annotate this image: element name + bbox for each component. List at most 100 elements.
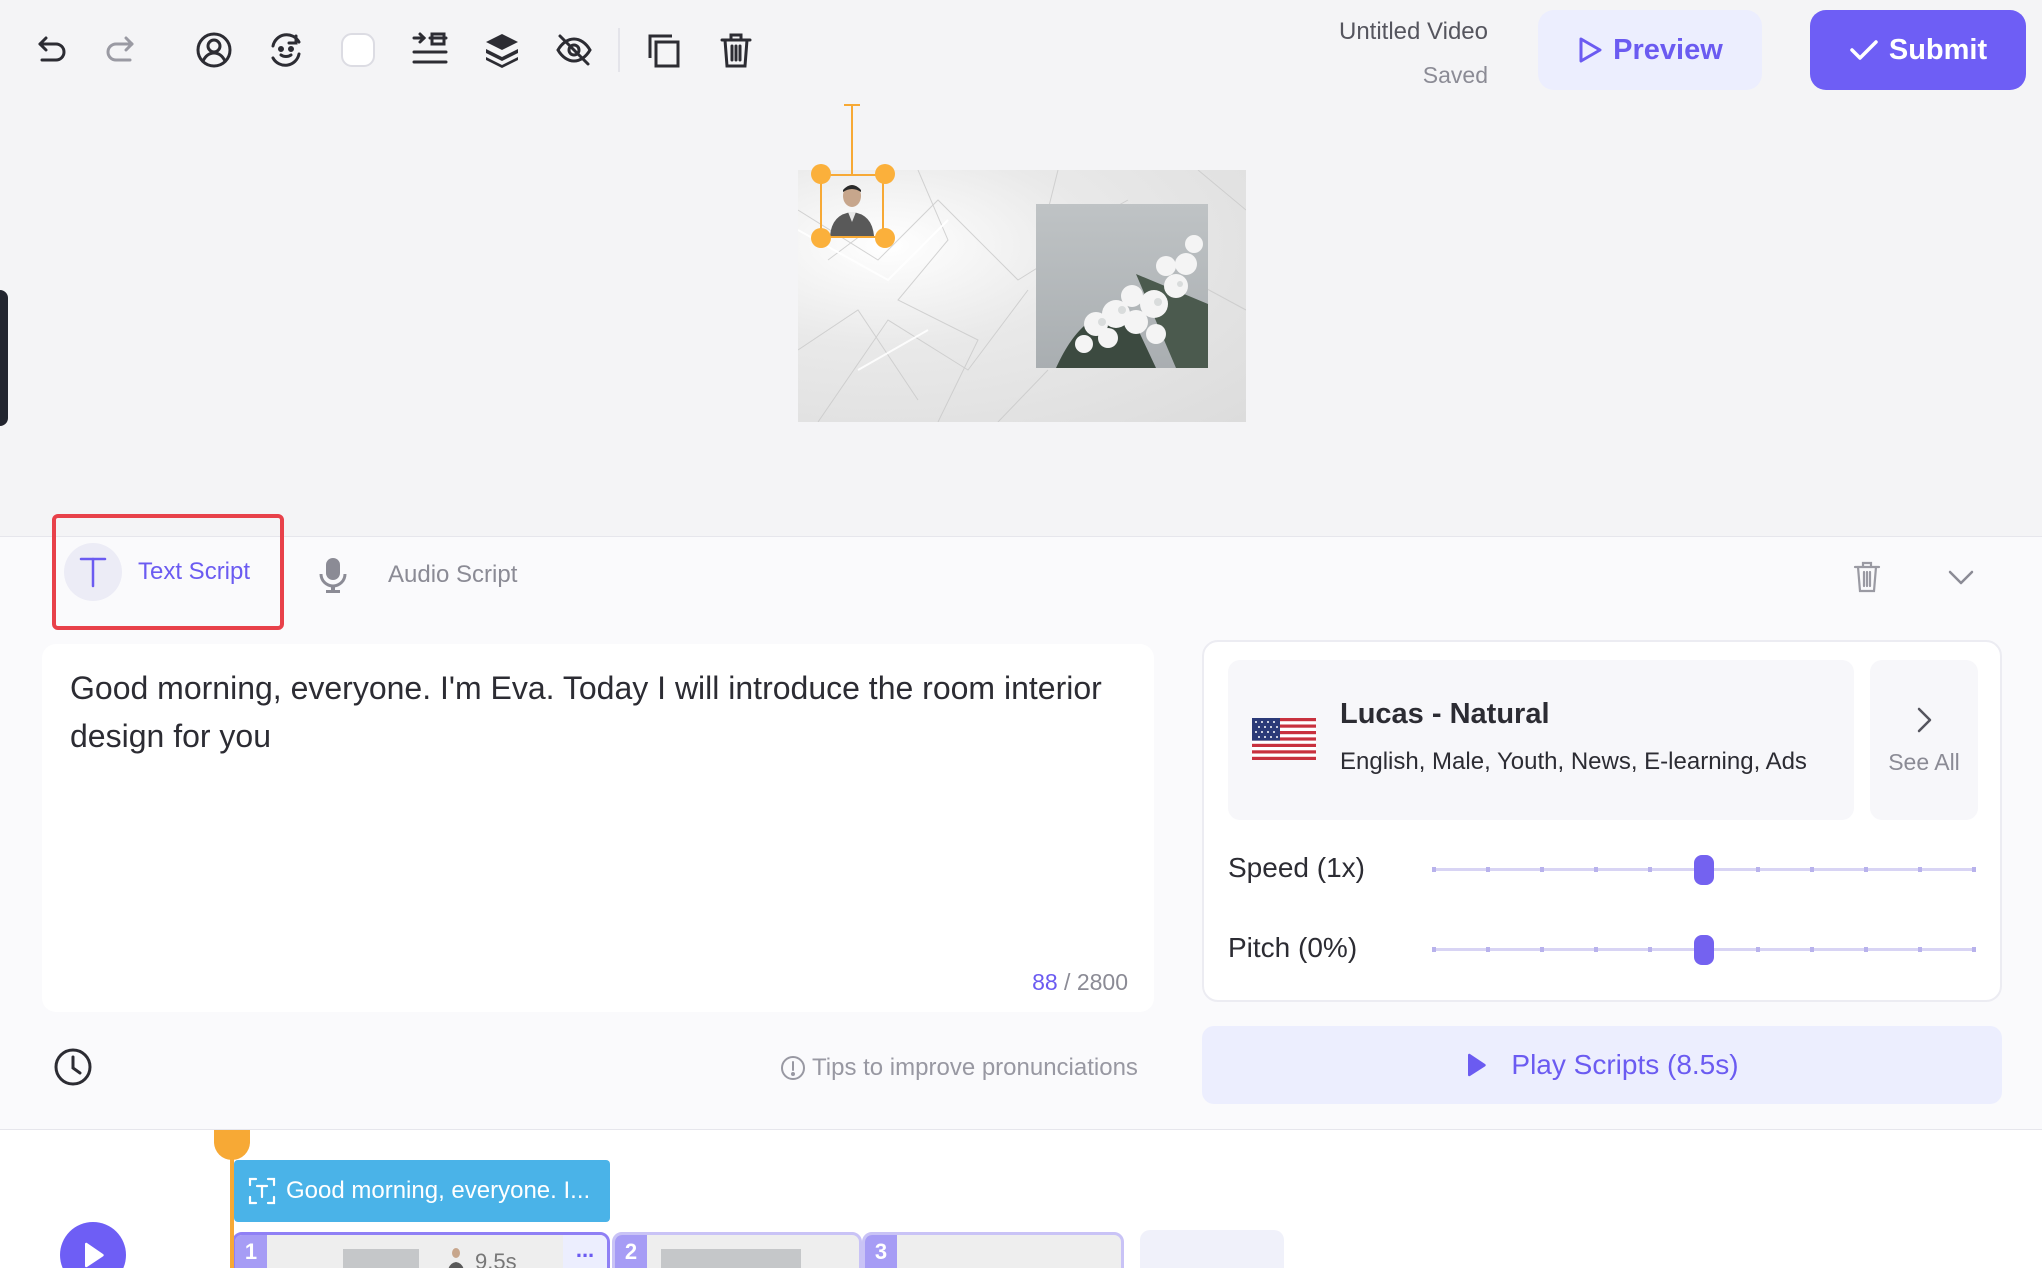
hide-icon[interactable]	[550, 26, 598, 74]
slider-tick	[1486, 947, 1490, 952]
script-text-editor[interactable]: Good morning, everyone. I'm Eva. Today I…	[42, 644, 1154, 1012]
avatar-icon[interactable]	[190, 26, 238, 74]
character-counter: 88 / 2800	[1032, 969, 1128, 996]
submit-button[interactable]: Submit	[1810, 10, 2026, 90]
tab-audio-script-label: Audio Script	[388, 561, 518, 588]
play-scripts-label: Play Scripts (8.5s)	[1511, 1049, 1739, 1080]
left-panel-handle[interactable]	[0, 290, 8, 426]
flower-picture	[1056, 235, 1208, 368]
resize-handle-bottom-right[interactable]	[875, 228, 895, 248]
face-swap-icon[interactable]	[262, 26, 310, 74]
chevron-right-icon	[1917, 707, 1932, 732]
microphone-icon	[319, 558, 347, 593]
slider-tick	[1594, 947, 1598, 952]
slider-tick	[1810, 867, 1814, 872]
script-clip-label: Good morning, everyone. I...	[286, 1177, 591, 1204]
us-flag-icon	[1252, 718, 1316, 760]
play-icon	[85, 1242, 104, 1268]
voice-description: English, Male, Youth, News, E-learning, …	[1340, 748, 1807, 775]
scene-thumbnail-3[interactable]: 3	[862, 1232, 1124, 1268]
pitch-slider-knob[interactable]	[1694, 935, 1714, 965]
info-icon	[781, 1056, 805, 1080]
see-all-voices-button[interactable]: See All	[1870, 660, 1978, 820]
resize-handle-top-left[interactable]	[811, 164, 831, 184]
rotate-handle[interactable]	[851, 106, 853, 174]
slider-tick	[1594, 867, 1598, 872]
tips-label: Tips to improve pronunciations	[812, 1054, 1138, 1081]
save-status: Saved	[1422, 62, 1488, 88]
tab-audio-script[interactable]: Audio Script	[318, 556, 517, 594]
play-icon	[1468, 1053, 1487, 1077]
timeline-script-clip[interactable]: Good morning, everyone. I...	[234, 1160, 610, 1222]
speed-slider-knob[interactable]	[1694, 855, 1714, 885]
script-text[interactable]: Good morning, everyone. I'm Eva. Today I…	[70, 664, 1110, 760]
preview-button[interactable]: Preview	[1538, 10, 1762, 90]
avatar-selection-frame	[820, 174, 884, 238]
scene-number: 2	[615, 1235, 647, 1268]
duplicate-icon[interactable]	[640, 26, 688, 74]
pronunciation-tips-link[interactable]: Tips to improve pronunciations	[780, 1054, 1138, 1082]
toolbar-separator	[618, 28, 620, 72]
scene-thumbnail-2[interactable]: 2	[612, 1232, 862, 1268]
text-t-icon	[64, 543, 122, 601]
slider-tick	[1972, 947, 1976, 952]
slider-tick	[1540, 947, 1544, 952]
voice-selector[interactable]: Lucas - Natural English, Male, Youth, Ne…	[1228, 660, 1854, 820]
trash-icon[interactable]	[712, 26, 760, 74]
undo-icon[interactable]	[26, 26, 74, 74]
scene-more-menu[interactable]: ...	[563, 1235, 607, 1268]
scene-thumbnail-1[interactable]: 1 9.5s ...	[232, 1232, 610, 1268]
slider-tick	[1432, 867, 1436, 872]
voice-name: Lucas - Natural	[1340, 698, 1550, 730]
scene-avatar-thumbnail	[448, 1248, 464, 1268]
submit-label: Submit	[1888, 33, 1988, 66]
history-clock-icon[interactable]	[52, 1046, 94, 1088]
scene-duration: 9.5s	[475, 1249, 517, 1268]
pitch-slider[interactable]	[1432, 935, 1976, 965]
slider-tick	[1918, 947, 1922, 952]
speed-slider[interactable]	[1432, 855, 1976, 885]
slider-tick	[1918, 867, 1922, 872]
speed-label: Speed (1x)	[1228, 852, 1365, 883]
voice-settings-card: Lucas - Natural English, Male, Youth, Ne…	[1202, 640, 2002, 1002]
slider-tick	[1864, 947, 1868, 952]
slider-tick	[1486, 867, 1490, 872]
slider-tick	[1864, 867, 1868, 872]
check-icon	[1850, 40, 1878, 60]
playhead-line	[230, 1150, 234, 1268]
scene-thumbnail-image	[343, 1249, 419, 1268]
slider-tick	[1972, 867, 1976, 872]
scene-number: 3	[865, 1235, 897, 1268]
preview-label: Preview	[1613, 33, 1723, 66]
slider-tick	[1756, 867, 1760, 872]
redo-icon[interactable]	[98, 26, 146, 74]
play-outline-icon	[1579, 37, 1602, 63]
collapse-panel-chevron-down-icon[interactable]	[1946, 562, 1976, 592]
layers-icon[interactable]	[478, 26, 526, 74]
resize-handle-bottom-left[interactable]	[811, 228, 831, 248]
background-color-icon[interactable]	[334, 26, 382, 74]
tab-text-script-label: Text Script	[138, 558, 251, 585]
slider-tick	[1756, 947, 1760, 952]
slider-tick	[1810, 947, 1814, 952]
top-toolbar: Untitled Video Saved Preview Submit	[0, 0, 2042, 100]
scene-thumbnail-image	[661, 1249, 801, 1268]
document-title[interactable]: Untitled Video	[1339, 18, 1488, 46]
slider-tick	[1432, 947, 1436, 952]
character-count: 88	[1032, 969, 1058, 995]
see-all-label: See All	[1888, 748, 1960, 775]
flower-image[interactable]	[1036, 204, 1208, 368]
character-max: / 2800	[1057, 969, 1128, 995]
play-scripts-button[interactable]: Play Scripts (8.5s)	[1202, 1026, 2002, 1104]
text-frame-icon	[248, 1177, 276, 1205]
pitch-label: Pitch (0%)	[1228, 932, 1358, 963]
slider-tick	[1648, 867, 1652, 872]
scene-number: 1	[235, 1235, 267, 1268]
slider-tick	[1648, 947, 1652, 952]
add-scene-button[interactable]	[1140, 1230, 1284, 1268]
slider-tick	[1540, 867, 1544, 872]
align-icon[interactable]	[406, 26, 454, 74]
delete-script-icon[interactable]	[1852, 560, 1882, 594]
resize-handle-top-right[interactable]	[875, 164, 895, 184]
tab-text-script[interactable]: Text Script	[52, 514, 284, 630]
